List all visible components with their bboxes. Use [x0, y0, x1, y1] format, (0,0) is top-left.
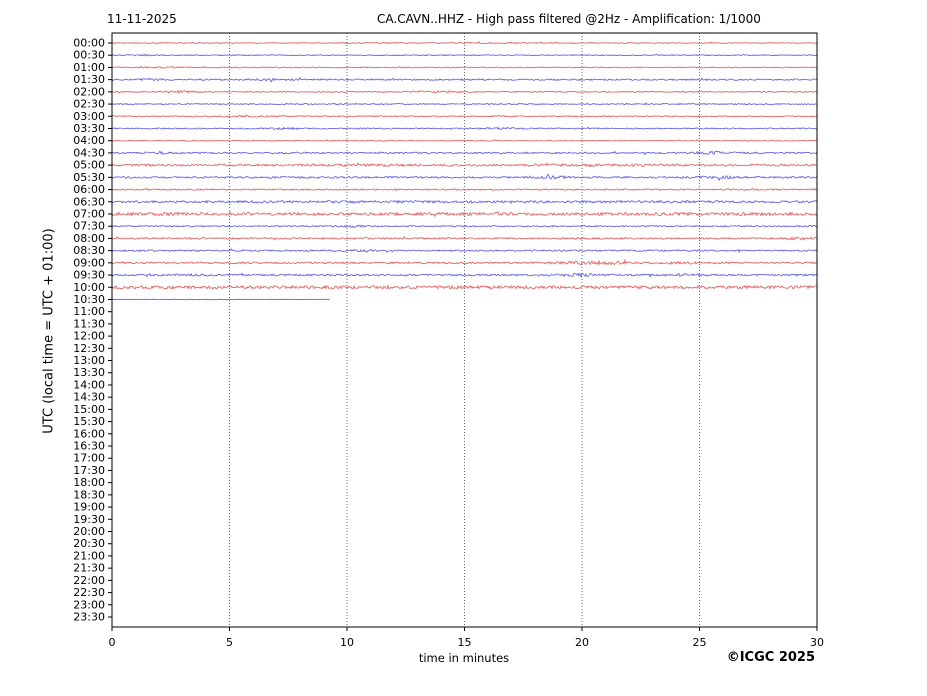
y-tick-label: 23:00 [73, 598, 105, 611]
y-tick-label: 13:30 [73, 366, 105, 379]
y-tick-label: 19:30 [73, 513, 105, 526]
x-tick-label: 10 [340, 636, 354, 649]
trace-row-0330 [111, 126, 818, 131]
y-tick-label: 11:30 [73, 317, 105, 330]
trace-row-0430 [111, 150, 818, 156]
y-tick-label: 17:00 [73, 452, 105, 465]
y-tick-label: 20:30 [73, 537, 105, 550]
y-tick-label: 16:30 [73, 440, 105, 453]
trace-row-0700 [111, 210, 818, 218]
y-tick-label: 09:30 [73, 269, 105, 282]
y-tick-label: 09:00 [73, 256, 105, 269]
y-tick-label: 12:00 [73, 330, 105, 343]
y-tick-label: 15:00 [73, 403, 105, 416]
y-tick-label: 10:30 [73, 293, 105, 306]
y-tick-label: 00:30 [73, 49, 105, 62]
y-tick-label: 23:30 [73, 611, 105, 624]
y-tick-label: 03:30 [73, 122, 105, 135]
y-tick-label: 18:00 [73, 476, 105, 489]
y-tick-label: 07:30 [73, 220, 105, 233]
x-tick-label: 15 [458, 636, 472, 649]
x-tick-label: 0 [109, 636, 116, 649]
y-tick-label: 21:30 [73, 562, 105, 575]
x-tick-label: 25 [693, 636, 707, 649]
y-tick-label: 10:00 [73, 281, 105, 294]
x-tick-label: 5 [226, 636, 233, 649]
y-tick-label: 04:30 [73, 146, 105, 159]
helicorder-plot: 00:0000:3001:0001:3002:0002:3003:0003:30… [73, 32, 824, 649]
y-tick-label: 05:00 [73, 159, 105, 172]
y-tick-label: 12:30 [73, 342, 105, 355]
trace-row-0600 [111, 187, 818, 192]
y-tick-label: 00:00 [73, 37, 105, 50]
y-tick-label: 08:00 [73, 232, 105, 245]
trace-row-0300 [111, 114, 818, 118]
y-tick-label: 08:30 [73, 244, 105, 257]
y-tick-label: 20:00 [73, 525, 105, 538]
trace-row-0630 [111, 199, 818, 205]
y-tick-label: 04:00 [73, 134, 105, 147]
y-tick-label: 01:00 [73, 61, 105, 74]
y-tick-label: 06:30 [73, 195, 105, 208]
y-tick-label: 06:00 [73, 183, 105, 196]
y-tick-label: 21:00 [73, 549, 105, 562]
y-tick-label: 17:30 [73, 464, 105, 477]
x-axis-label: time in minutes [418, 651, 510, 665]
seismogram-page: 11-11-2025 CA.CAVN..HHZ - High pass filt… [0, 0, 927, 696]
x-tick-label: 20 [575, 636, 589, 649]
y-tick-label: 07:00 [73, 207, 105, 220]
y-tick-label: 18:30 [73, 488, 105, 501]
y-tick-label: 13:00 [73, 354, 105, 367]
y-tick-label: 03:00 [73, 110, 105, 123]
trace-row-0230 [111, 102, 818, 106]
y-tick-label: 16:00 [73, 427, 105, 440]
x-tick-label: 30 [810, 636, 824, 649]
trace-row-0900 [111, 258, 818, 266]
y-tick-label: 19:00 [73, 501, 105, 514]
y-tick-label: 01:30 [73, 73, 105, 86]
trace-row-0530 [111, 173, 818, 182]
copyright-credit: ©ICGC 2025 [726, 650, 815, 665]
y-tick-label: 02:30 [73, 98, 105, 111]
y-tick-label: 14:00 [73, 378, 105, 391]
y-tick-label: 22:00 [73, 574, 105, 587]
y-tick-label: 15:30 [73, 415, 105, 428]
y-tick-label: 05:30 [73, 171, 105, 184]
y-tick-label: 11:00 [73, 305, 105, 318]
trace-row-1030 [111, 298, 331, 301]
y-tick-label: 02:00 [73, 85, 105, 98]
y-tick-label: 14:30 [73, 391, 105, 404]
y-tick-label: 22:30 [73, 586, 105, 599]
